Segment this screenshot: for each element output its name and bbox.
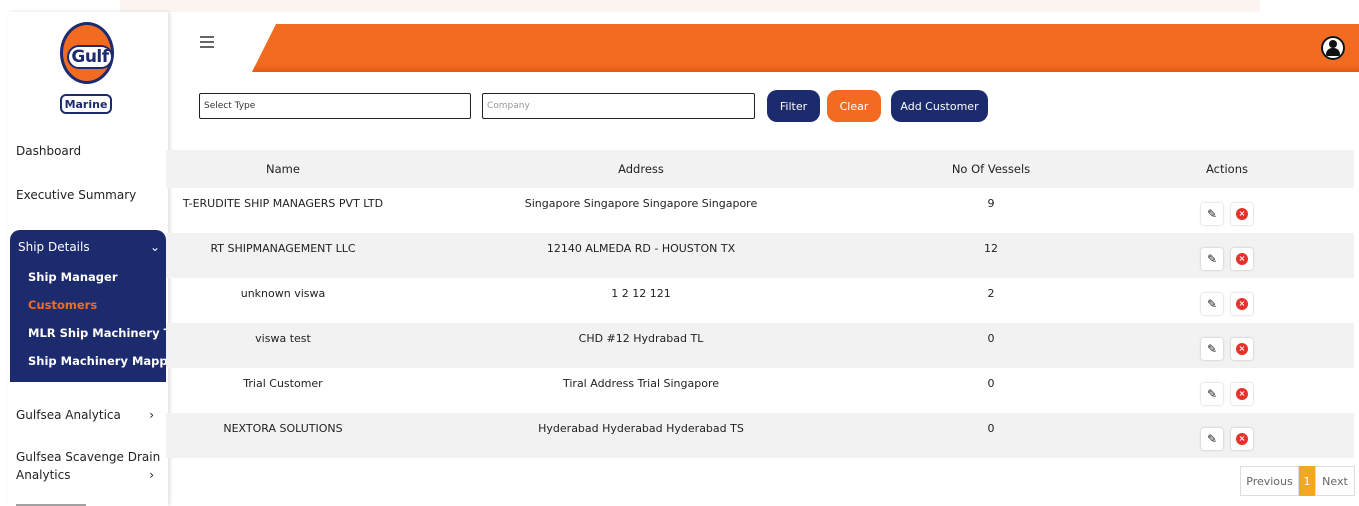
table-row: unknown viswa 1 2 12 121 2 ✎ × (166, 278, 1354, 323)
cell-name: viswa test (255, 332, 311, 345)
hamburger-menu-icon[interactable] (200, 36, 214, 48)
cell-address: Hyderabad Hyderabad Hyderabad TS (538, 422, 744, 435)
cell-actions: ✎ × (1100, 380, 1354, 405)
sidebar: Gulf Marine Dashboard Executive Summary … (8, 12, 195, 506)
edit-button[interactable]: ✎ (1201, 382, 1223, 405)
chevron-right-icon: › (149, 408, 154, 422)
cell-name: RT SHIPMANAGEMENT LLC (210, 242, 356, 255)
delete-button[interactable]: × (1231, 337, 1253, 360)
filter-button[interactable]: Filter (767, 90, 820, 122)
header-actions: Actions (1205, 162, 1248, 176)
edit-button[interactable]: ✎ (1201, 247, 1223, 270)
clear-button[interactable]: Clear (827, 90, 881, 122)
table-row: RT SHIPMANAGEMENT LLC 12140 ALMEDA RD - … (166, 233, 1354, 278)
cell-vessels: 12 (984, 242, 998, 255)
table-header: Name Address No Of Vessels Actions (166, 150, 1354, 188)
top-strip (120, 0, 1260, 12)
edit-icon: ✎ (1206, 431, 1218, 446)
cell-name: NEXTORA SOLUTIONS (223, 422, 343, 435)
cell-actions: ✎ × (1100, 200, 1354, 225)
sidebar-item-dashboard[interactable]: Dashboard (8, 144, 168, 158)
sidebar-item-ship-details[interactable]: Ship Details ⌄ (18, 240, 160, 254)
cell-address: Tiral Address Trial Singapore (562, 377, 720, 390)
sidebar-item-customers[interactable]: Customers (28, 298, 97, 312)
delete-button[interactable]: × (1231, 292, 1253, 315)
cell-vessels: 2 (987, 287, 995, 300)
gulf-marine-logo[interactable]: Gulf Marine (60, 22, 116, 132)
sidebar-item-label-line2: Analytics (16, 468, 71, 482)
table-row: T-ERUDITE SHIP MANAGERS PVT LTD Singapor… (166, 188, 1354, 233)
logo-text: Gulf (71, 47, 109, 67)
select-type-input[interactable] (199, 93, 471, 119)
add-customer-button[interactable]: Add Customer (891, 90, 988, 122)
cell-vessels: 0 (987, 377, 995, 390)
logo-subtext: Marine (64, 97, 108, 111)
edit-button[interactable]: ✎ (1201, 337, 1223, 360)
edit-icon: ✎ (1206, 251, 1218, 266)
edit-icon: ✎ (1206, 206, 1218, 221)
sidebar-group-ship-details: Ship Details ⌄ Ship Manager Customers ML… (10, 230, 195, 382)
delete-button[interactable]: × (1231, 202, 1253, 225)
delete-icon: × (1236, 342, 1248, 355)
cell-actions: ✎ × (1100, 335, 1354, 360)
cell-address: CHD #12 Hydrabad TL (578, 332, 704, 345)
edit-button[interactable]: ✎ (1201, 202, 1223, 225)
table-row: viswa test CHD #12 Hydrabad TL 0 ✎ × (166, 323, 1354, 368)
chevron-down-icon: ⌄ (149, 240, 160, 254)
chevron-right-icon: › (149, 468, 154, 482)
delete-icon: × (1236, 252, 1248, 265)
delete-button[interactable]: × (1231, 382, 1253, 405)
pagination-next[interactable]: Next (1315, 466, 1355, 496)
edit-icon: ✎ (1206, 296, 1218, 311)
sidebar-item-scavenge-drain[interactable]: Gulfsea Scavenge Drain Analytics › (8, 448, 168, 484)
logo-oval: Gulf (60, 22, 114, 84)
cell-vessels: 9 (987, 197, 995, 210)
header-vessels[interactable]: No Of Vessels (882, 162, 1100, 176)
sidebar-item-executive-summary[interactable]: Executive Summary (8, 188, 168, 202)
cell-address: 12140 ALMEDA RD - HOUSTON TX (546, 242, 736, 255)
delete-icon: × (1236, 297, 1248, 310)
delete-icon: × (1236, 207, 1248, 220)
user-avatar-icon[interactable] (1321, 36, 1345, 60)
sidebar-item-label: Gulfsea Analytica (16, 408, 121, 422)
sidebar-item-ship-manager[interactable]: Ship Manager (28, 270, 118, 284)
cell-vessels: 0 (987, 422, 995, 435)
sidebar-item-label: Gulfsea Scavenge Drain (16, 450, 161, 464)
top-header (168, 24, 1359, 74)
edit-icon: ✎ (1206, 386, 1218, 401)
cell-vessels: 0 (987, 332, 995, 345)
cell-address: Singapore Singapore Singapore Singapore (524, 197, 758, 210)
delete-icon: × (1236, 387, 1248, 400)
header-name[interactable]: Name (166, 162, 400, 176)
table-row: Trial Customer Tiral Address Trial Singa… (166, 368, 1354, 413)
edit-button[interactable]: ✎ (1201, 292, 1223, 315)
cell-name: unknown viswa (240, 287, 326, 300)
header-address[interactable]: Address (400, 162, 882, 176)
delete-button[interactable]: × (1231, 427, 1253, 450)
delete-button[interactable]: × (1231, 247, 1253, 270)
sidebar-item-label: Executive Summary (16, 188, 137, 202)
pagination-page-1[interactable]: 1 (1299, 466, 1315, 496)
header-bar (252, 24, 1359, 72)
cell-address: 1 2 12 121 (611, 287, 671, 300)
logo-inner: Gulf (67, 45, 113, 69)
logo-marine-box: Marine (60, 94, 112, 114)
edit-button[interactable]: ✎ (1201, 427, 1223, 450)
cell-actions: ✎ × (1100, 425, 1354, 450)
delete-icon: × (1236, 432, 1248, 445)
company-input[interactable] (482, 93, 755, 119)
cell-actions: ✎ × (1100, 245, 1354, 270)
cell-actions: ✎ × (1100, 290, 1354, 315)
sidebar-item-gulfsea-analytica[interactable]: Gulfsea Analytica › (8, 408, 168, 422)
pagination-previous[interactable]: Previous (1240, 466, 1299, 496)
cell-name: Trial Customer (243, 377, 323, 390)
customers-table: Name Address No Of Vessels Actions T-ERU… (166, 150, 1354, 458)
table-row: NEXTORA SOLUTIONS Hyderabad Hyderabad Hy… (166, 413, 1354, 458)
cell-name: T-ERUDITE SHIP MANAGERS PVT LTD (182, 197, 384, 210)
sidebar-item-label: Ship Details (18, 240, 90, 254)
sidebar-item-label: Dashboard (16, 144, 82, 158)
edit-icon: ✎ (1206, 341, 1218, 356)
